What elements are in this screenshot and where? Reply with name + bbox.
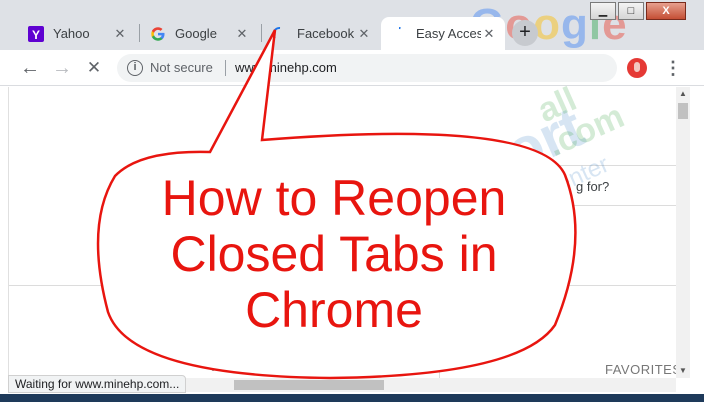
callout-line-3: Chrome [245,282,423,338]
callout-line-2: Closed Tabs in [170,226,498,282]
callout-line-1: How to Reopen [161,170,507,226]
callout-text: How to Reopen Closed Tabs in Chrome [110,170,558,338]
